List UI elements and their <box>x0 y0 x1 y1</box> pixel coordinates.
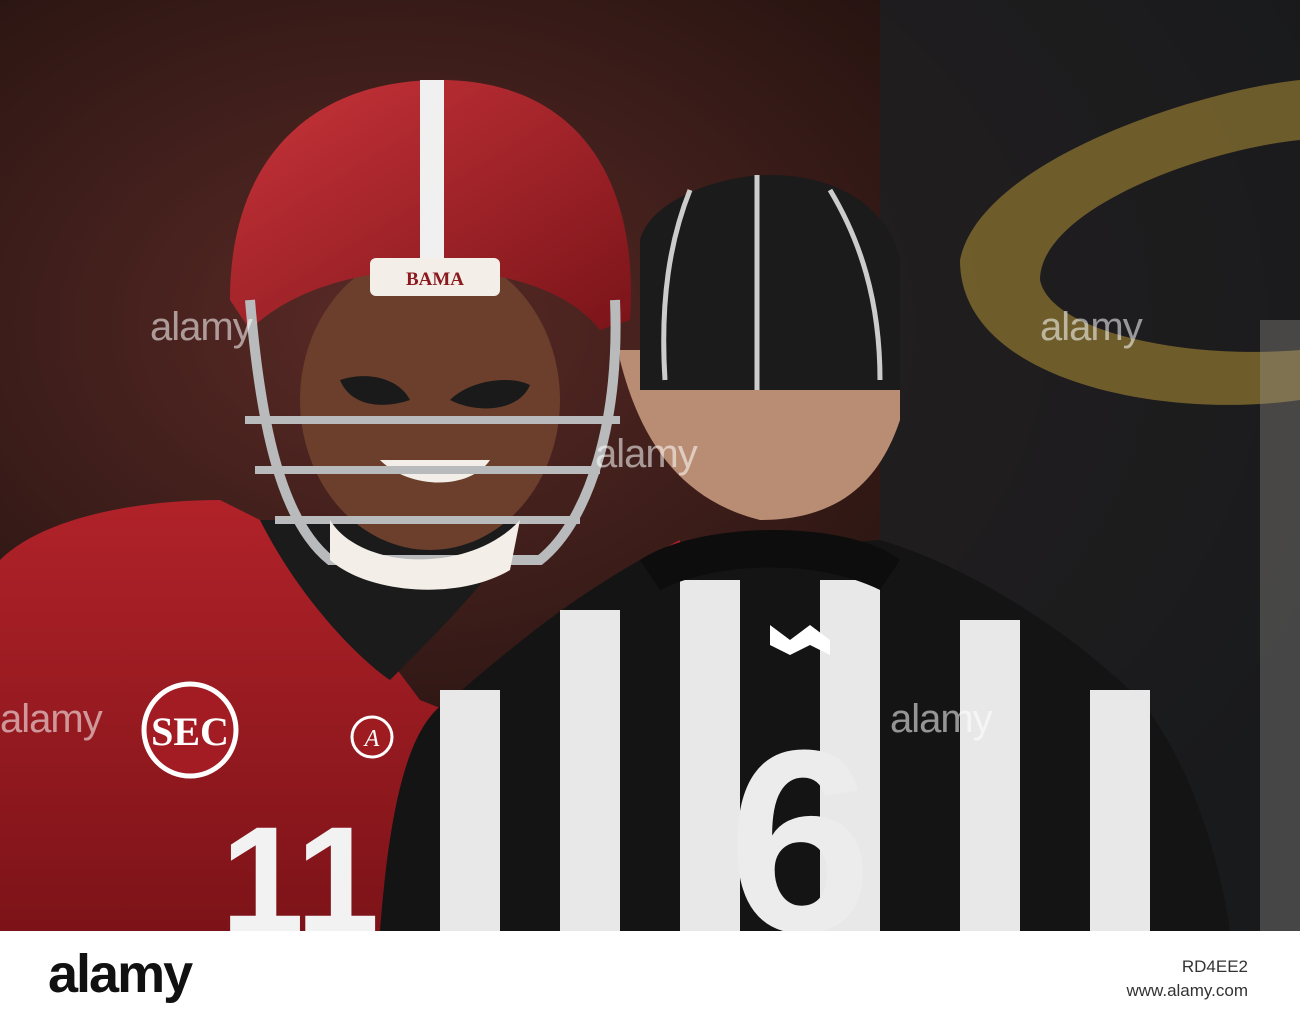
watermark: alamy <box>150 305 253 349</box>
referee-stripe <box>440 690 500 931</box>
helmet-stripe <box>420 80 444 270</box>
photo: SEC A 11 BAMA 6 alamy alamy alamy alamy <box>0 0 1300 931</box>
watermark: alamy <box>595 432 698 476</box>
jersey-number: 11 <box>221 795 380 931</box>
referee-stripe <box>560 610 620 931</box>
footer-bar: alamy RD4EE2 www.alamy.com <box>0 931 1300 1021</box>
referee-stripe <box>960 620 1020 931</box>
referee-number: 6 <box>728 697 873 931</box>
site-url[interactable]: www.alamy.com <box>1126 979 1248 1003</box>
referee-stripe <box>1090 690 1150 931</box>
sec-patch-text: SEC <box>151 709 229 754</box>
collar-logo-letter: A <box>363 726 380 752</box>
referee-cap <box>640 175 900 390</box>
watermark: alamy <box>1040 305 1143 349</box>
image-id: RD4EE2 <box>1181 957 1248 976</box>
helmet-text: BAMA <box>406 269 464 290</box>
footer-info: RD4EE2 www.alamy.com <box>1126 955 1248 1003</box>
alamy-logo[interactable]: alamy <box>48 943 193 1005</box>
watermark: alamy <box>0 697 103 741</box>
blurred-figure <box>1260 320 1300 931</box>
watermark: alamy <box>890 697 993 741</box>
